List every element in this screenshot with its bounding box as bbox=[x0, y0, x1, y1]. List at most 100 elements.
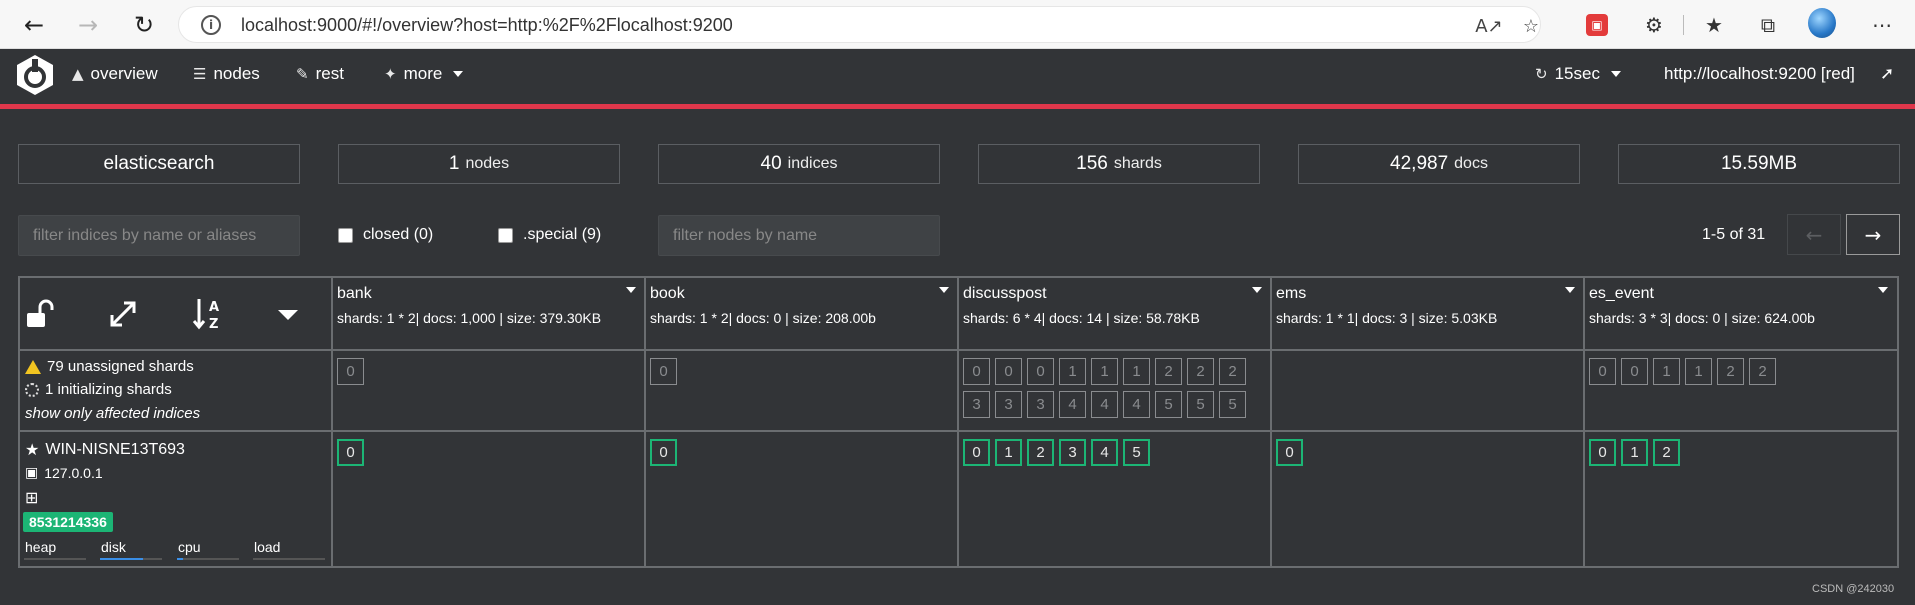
checkbox-closed[interactable] bbox=[338, 227, 353, 243]
node-ip-row: ▣ 127.0.0.1 bbox=[25, 465, 103, 481]
assigned-shard[interactable]: 5 bbox=[1123, 439, 1150, 466]
unassigned-shard[interactable]: 2 bbox=[1749, 358, 1776, 385]
node-name-row[interactable]: ★ WIN-NISNE13T693 bbox=[25, 440, 185, 459]
stat-size: 15.59MB bbox=[1618, 144, 1900, 184]
favorite-add-icon[interactable]: ☆ bbox=[1519, 14, 1543, 38]
show-affected-link[interactable]: show only affected indices bbox=[25, 405, 200, 422]
assigned-shard[interactable]: 0 bbox=[650, 439, 677, 466]
unassigned-shard[interactable]: 2 bbox=[1219, 358, 1246, 385]
puzzle-extensions-icon[interactable]: ⚙ bbox=[1640, 11, 1668, 39]
plug-icon[interactable]: ➚ bbox=[1880, 64, 1894, 84]
assigned-shard[interactable]: 0 bbox=[337, 439, 364, 466]
unassigned-shard[interactable]: 1 bbox=[1059, 358, 1086, 385]
unassigned-shard[interactable]: 1 bbox=[1653, 358, 1680, 385]
unassigned-shard[interactable]: 4 bbox=[1123, 391, 1150, 418]
info-icon[interactable]: i bbox=[201, 15, 221, 35]
nav-nodes[interactable]: ☰ nodes bbox=[193, 64, 260, 84]
index-name[interactable]: ems bbox=[1276, 285, 1306, 303]
forward-arrow-icon[interactable]: → bbox=[72, 9, 104, 41]
unassigned-shard[interactable]: 3 bbox=[1027, 391, 1054, 418]
closed-label: closed (0) bbox=[363, 226, 434, 243]
prev-page-button[interactable]: ← bbox=[1787, 214, 1841, 255]
unassigned-shard[interactable]: 0 bbox=[1589, 358, 1616, 385]
index-name[interactable]: bank bbox=[337, 285, 372, 303]
unassigned-summary: 79 unassigned shards bbox=[25, 358, 194, 375]
magic-wand-icon: ✦ bbox=[384, 65, 397, 83]
refresh-icon[interactable]: ↻ bbox=[128, 9, 160, 41]
nav-overview[interactable]: ▲ overview bbox=[72, 64, 158, 84]
logo-icon[interactable] bbox=[16, 54, 54, 96]
stat-nodes: 1 nodes bbox=[338, 144, 620, 184]
unassigned-shard[interactable]: 0 bbox=[337, 358, 364, 385]
cluster-url[interactable]: http://localhost:9200 [red] bbox=[1664, 64, 1855, 84]
nav-more[interactable]: ✦ more bbox=[384, 64, 464, 84]
unassigned-shard[interactable]: 0 bbox=[963, 358, 990, 385]
node-name[interactable]: WIN-NISNE13T693 bbox=[45, 441, 185, 459]
special-checkbox[interactable]: .special (9) bbox=[498, 226, 601, 244]
assigned-shard[interactable]: 1 bbox=[1621, 439, 1648, 466]
indices-label: indices bbox=[787, 155, 838, 172]
nav-rest-label: rest bbox=[315, 64, 344, 83]
unassigned-shard[interactable]: 2 bbox=[1187, 358, 1214, 385]
unassigned-shard[interactable]: 1 bbox=[1685, 358, 1712, 385]
favorites-icon[interactable]: ★ bbox=[1700, 11, 1728, 39]
back-arrow-icon[interactable]: ← bbox=[18, 9, 50, 41]
shards-count: 156 bbox=[1076, 153, 1108, 174]
expand-icon[interactable] bbox=[105, 296, 141, 332]
assigned-shard[interactable]: 0 bbox=[1589, 439, 1616, 466]
unassigned-shard[interactable]: 5 bbox=[1187, 391, 1214, 418]
read-aloud-icon[interactable]: A↗ bbox=[1475, 14, 1502, 38]
index-name[interactable]: discusspost bbox=[963, 285, 1047, 303]
chevron-down-icon[interactable] bbox=[1878, 287, 1888, 293]
node-badge[interactable]: 8531214336 bbox=[23, 512, 113, 532]
unassigned-shard[interactable]: 5 bbox=[1155, 391, 1182, 418]
more-dots-icon[interactable]: ⋯ bbox=[1868, 11, 1896, 39]
address-bar[interactable]: i localhost:9000/#!/overview?host=http:%… bbox=[178, 6, 1541, 43]
assigned-shard[interactable]: 3 bbox=[1059, 439, 1086, 466]
unassigned-shard[interactable]: 2 bbox=[1717, 358, 1744, 385]
unassigned-shard[interactable]: 0 bbox=[650, 358, 677, 385]
unassigned-shard[interactable]: 5 bbox=[1219, 391, 1246, 418]
edit-icon: ✎ bbox=[296, 65, 309, 83]
collections-icon[interactable]: ⧉ bbox=[1754, 11, 1782, 39]
unassigned-shard[interactable]: 0 bbox=[1027, 358, 1054, 385]
unassigned-shard[interactable]: 0 bbox=[995, 358, 1022, 385]
assigned-shard[interactable]: 1 bbox=[995, 439, 1022, 466]
assigned-shard[interactable]: 4 bbox=[1091, 439, 1118, 466]
unassigned-shard[interactable]: 3 bbox=[995, 391, 1022, 418]
assigned-shard[interactable]: 2 bbox=[1027, 439, 1054, 466]
unassigned-shard[interactable]: 2 bbox=[1155, 358, 1182, 385]
chevron-down-icon[interactable] bbox=[1252, 287, 1262, 293]
assigned-shard[interactable]: 0 bbox=[963, 439, 990, 466]
chevron-down-icon[interactable] bbox=[939, 287, 949, 293]
filter-indices-input[interactable]: filter indices by name or aliases bbox=[18, 215, 300, 256]
url-text[interactable]: localhost:9000/#!/overview?host=http:%2F… bbox=[241, 15, 733, 36]
nav-rest[interactable]: ✎ rest bbox=[296, 64, 344, 84]
sort-alpha-icon[interactable]: AZ bbox=[191, 296, 227, 332]
assigned-shard[interactable]: 0 bbox=[1276, 439, 1303, 466]
unlock-icon[interactable] bbox=[21, 296, 57, 332]
index-name[interactable]: book bbox=[650, 285, 685, 303]
unassigned-shard[interactable]: 4 bbox=[1059, 391, 1086, 418]
unassigned-shard[interactable]: 4 bbox=[1091, 391, 1118, 418]
extension-red-icon[interactable]: ▣ bbox=[1583, 11, 1611, 39]
closed-checkbox[interactable]: closed (0) bbox=[338, 226, 433, 244]
unassigned-shard[interactable]: 1 bbox=[1123, 358, 1150, 385]
chevron-down-icon[interactable] bbox=[270, 296, 306, 332]
checkbox-special[interactable] bbox=[498, 227, 513, 243]
crop-icon[interactable]: ⊞ bbox=[25, 488, 38, 507]
unassigned-shard[interactable]: 1 bbox=[1091, 358, 1118, 385]
chevron-down-icon bbox=[453, 71, 464, 77]
unassigned-shard[interactable]: 3 bbox=[963, 391, 990, 418]
chevron-down-icon[interactable] bbox=[1565, 287, 1575, 293]
assigned-shard[interactable]: 2 bbox=[1653, 439, 1680, 466]
index-name[interactable]: es_event bbox=[1589, 285, 1654, 303]
chevron-down-icon[interactable] bbox=[626, 287, 636, 293]
refresh-interval-dropdown[interactable]: ↻ 15sec bbox=[1535, 64, 1621, 84]
stat-cluster-name: elasticsearch bbox=[18, 144, 300, 184]
stat-indices: 40 indices bbox=[658, 144, 940, 184]
profile-avatar[interactable] bbox=[1808, 8, 1836, 38]
next-page-button[interactable]: → bbox=[1846, 214, 1900, 255]
unassigned-shard[interactable]: 0 bbox=[1621, 358, 1648, 385]
filter-nodes-input[interactable]: filter nodes by name bbox=[658, 215, 940, 256]
